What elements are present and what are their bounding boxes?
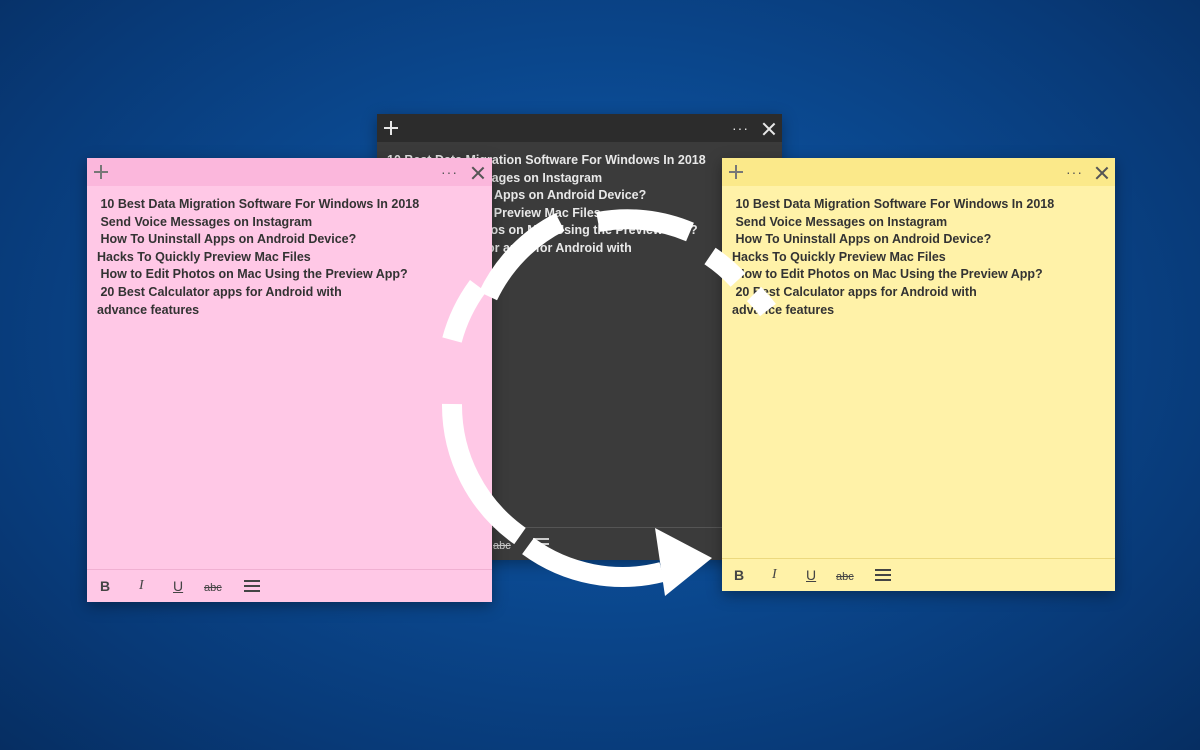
note-line: How To Uninstall Apps on Android Device? <box>732 232 992 247</box>
italic-button[interactable]: I <box>139 578 144 594</box>
note-line: advance features <box>97 302 200 317</box>
bold-button[interactable]: B <box>100 578 110 594</box>
note-line: 20 Best Calculator apps for Android with <box>97 284 342 299</box>
note-titlebar: ··· <box>87 158 492 186</box>
strikethrough-button[interactable]: abc <box>836 569 854 585</box>
more-icon[interactable]: ··· <box>1066 165 1083 179</box>
strikethrough-button[interactable]: abc <box>204 580 222 596</box>
close-icon[interactable] <box>762 122 775 135</box>
note-line: Hacks To Quickly Preview Mac Files <box>732 249 946 264</box>
note-line: advance features <box>732 302 835 317</box>
plus-icon[interactable] <box>94 165 108 179</box>
note-line: 10 Best Data Migration Software For Wind… <box>732 197 1055 211</box>
note-line: How to Edit Photos on Mac Using the Prev… <box>97 267 408 282</box>
more-icon[interactable]: ··· <box>441 165 458 179</box>
bullet-list-icon[interactable] <box>875 569 891 581</box>
plus-icon[interactable] <box>384 121 398 135</box>
note-toolbar: B I U abc <box>722 558 1115 591</box>
sticky-note-pink[interactable]: ··· 10 Best Data Migration Software For … <box>87 158 492 602</box>
underline-button[interactable]: U <box>806 567 816 583</box>
note-line: Send Voice Messages on Instagram <box>97 214 313 229</box>
note-titlebar: ··· <box>377 114 782 142</box>
bold-button[interactable]: B <box>734 567 744 583</box>
note-body[interactable]: 10 Best Data Migration Software For Wind… <box>722 186 1115 558</box>
more-icon[interactable]: ··· <box>732 121 749 135</box>
note-line: Send Voice Messages on Instagram <box>732 214 948 229</box>
bullet-list-icon[interactable] <box>533 538 549 550</box>
close-icon[interactable] <box>1095 166 1108 179</box>
note-line: 10 Best Data Migration Software For Wind… <box>97 197 420 211</box>
note-line: Hacks To Quickly Preview Mac Files <box>97 249 311 264</box>
close-icon[interactable] <box>471 166 484 179</box>
bullet-list-icon[interactable] <box>244 580 260 592</box>
italic-button[interactable]: I <box>772 567 777 583</box>
sticky-note-yellow[interactable]: ··· 10 Best Data Migration Software For … <box>722 158 1115 591</box>
underline-button[interactable]: U <box>173 578 183 594</box>
note-line: How to Edit Photos on Mac Using the Prev… <box>732 267 1043 282</box>
strikethrough-button[interactable]: abc <box>493 538 511 554</box>
note-line: How To Uninstall Apps on Android Device? <box>97 232 357 247</box>
plus-icon[interactable] <box>729 165 743 179</box>
note-line: 20 Best Calculator apps for Android with <box>732 284 977 299</box>
note-titlebar: ··· <box>722 158 1115 186</box>
note-toolbar: B I U abc <box>87 569 492 602</box>
note-body[interactable]: 10 Best Data Migration Software For Wind… <box>87 186 492 569</box>
